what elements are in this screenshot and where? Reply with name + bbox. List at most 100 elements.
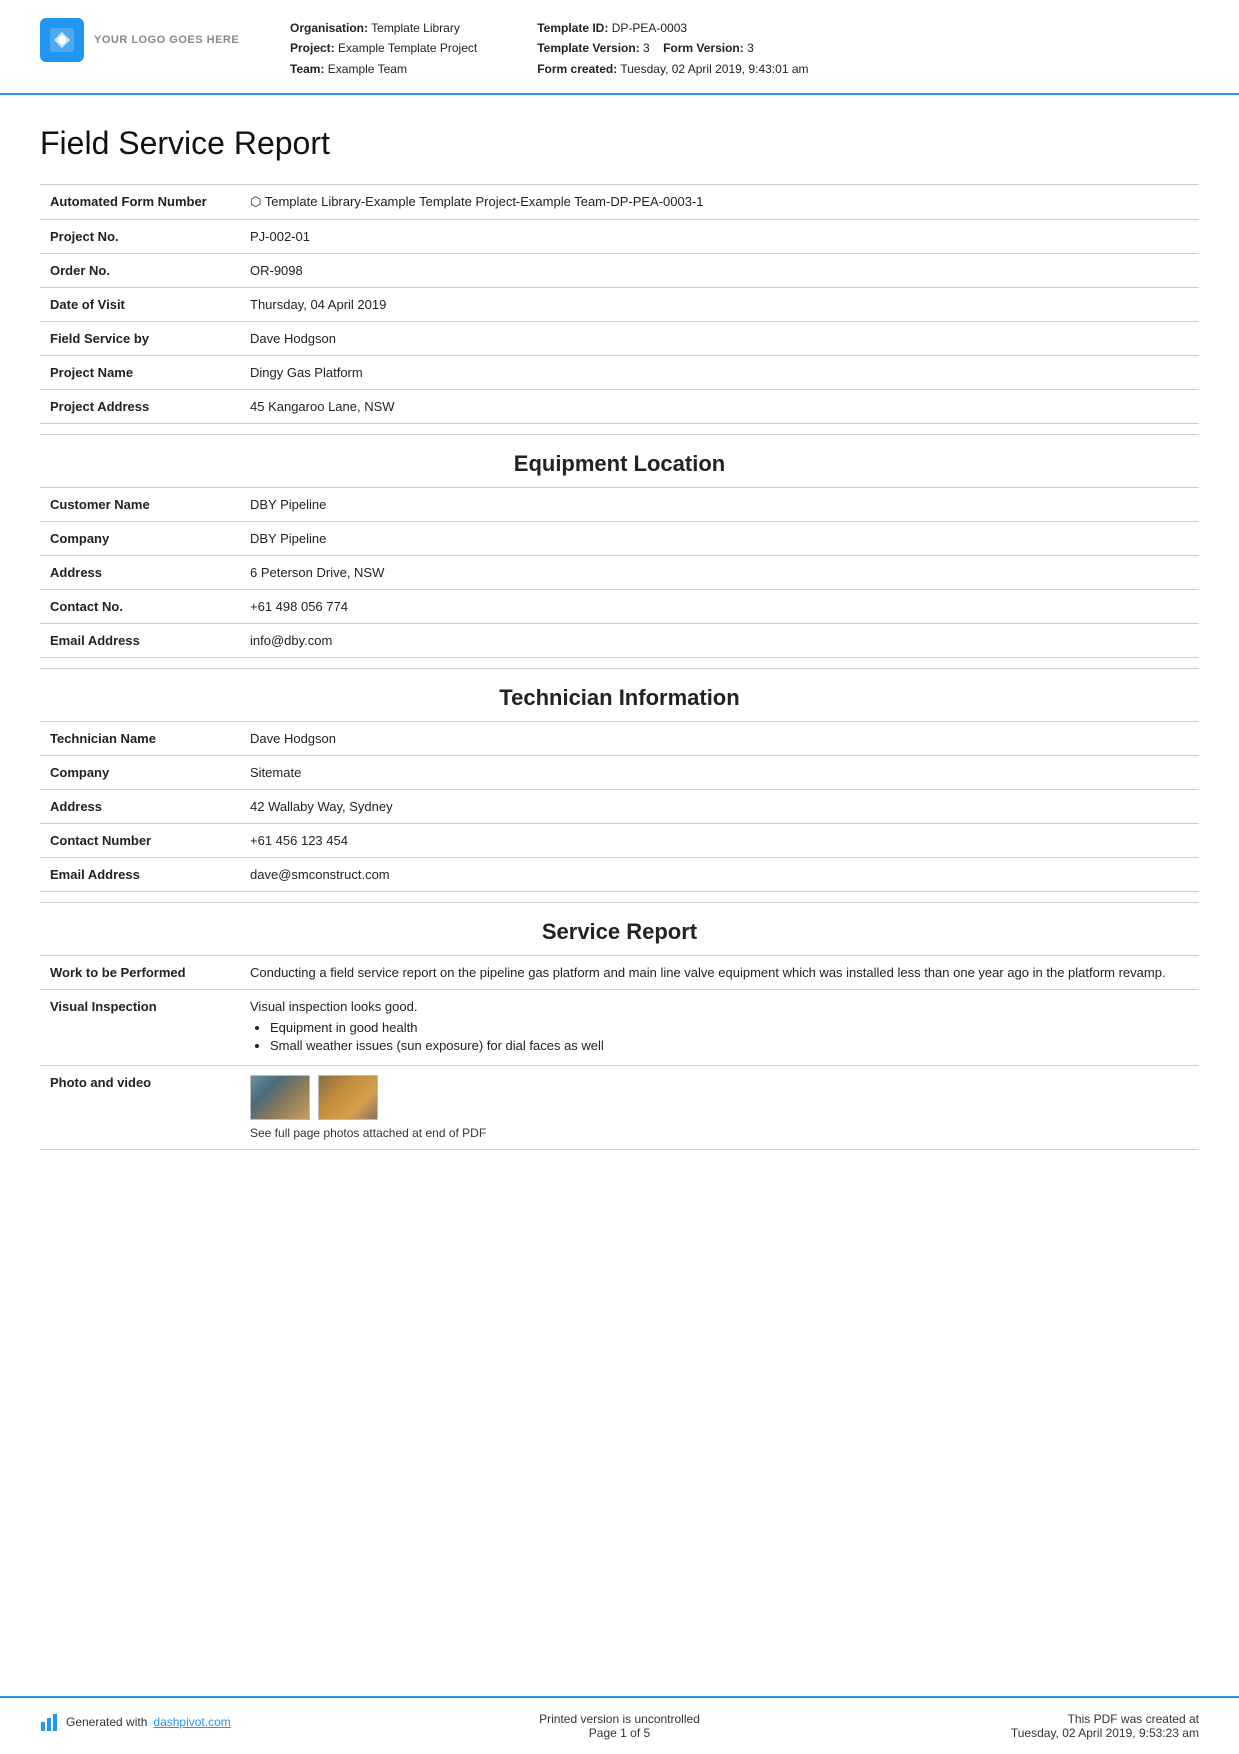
equipment-location-table: Customer Name DBY Pipeline Company DBY P… (40, 487, 1199, 658)
template-id-value: DP-PEA-0003 (612, 21, 687, 35)
work-to-be-performed-value: Conducting a field service report on the… (240, 956, 1199, 990)
company-label: Company (40, 522, 240, 556)
basic-info-table: Automated Form Number ⬡ Template Library… (40, 184, 1199, 424)
pdf-created-label: This PDF was created at (813, 1712, 1199, 1726)
tech-address-value: 42 Wallaby Way, Sydney (240, 790, 1199, 824)
logo-text: YOUR LOGO GOES HERE (94, 34, 239, 46)
table-row: Order No. OR-9098 (40, 254, 1199, 288)
project-label: Project: (290, 41, 335, 55)
tech-email-value: dave@smconstruct.com (240, 858, 1199, 892)
work-to-be-performed-label: Work to be Performed (40, 956, 240, 990)
field-service-by-value: Dave Hodgson (240, 322, 1199, 356)
photo-thumbnail-1 (250, 1075, 310, 1120)
page-footer: Generated with dashpivot.com Printed ver… (0, 1696, 1239, 1754)
template-version-label: Template Version: (537, 41, 639, 55)
header-meta: Organisation: Template Library Project: … (290, 18, 1199, 79)
company-value: DBY Pipeline (240, 522, 1199, 556)
table-row: Project No. PJ-002-01 (40, 220, 1199, 254)
technician-info-heading: Technician Information (40, 668, 1199, 721)
visual-inspection-list: Equipment in good health Small weather i… (270, 1020, 1189, 1053)
generated-with-text: Generated with (66, 1715, 147, 1729)
table-row: Automated Form Number ⬡ Template Library… (40, 185, 1199, 220)
dashpivot-icon (40, 1712, 60, 1732)
service-report-heading: Service Report (40, 902, 1199, 955)
photo-container (250, 1075, 1189, 1120)
page-info: Page 1 of 5 (426, 1726, 812, 1740)
customer-name-label: Customer Name (40, 488, 240, 522)
table-row: Address 6 Peterson Drive, NSW (40, 556, 1199, 590)
order-no-value: OR-9098 (240, 254, 1199, 288)
table-row: Project Address 45 Kangaroo Lane, NSW (40, 390, 1199, 424)
automated-form-number-value: ⬡ Template Library-Example Template Proj… (240, 185, 1199, 220)
form-version-label: Form Version: (663, 41, 744, 55)
tech-company-label: Company (40, 756, 240, 790)
list-item: Small weather issues (sun exposure) for … (270, 1038, 1189, 1053)
photo-caption: See full page photos attached at end of … (250, 1126, 1189, 1140)
email-address-value: info@dby.com (240, 624, 1199, 658)
template-id-label: Template ID: (537, 21, 608, 35)
field-service-by-label: Field Service by (40, 322, 240, 356)
table-row: Contact No. +61 498 056 774 (40, 590, 1199, 624)
footer-col-center: Printed version is uncontrolled Page 1 o… (426, 1712, 812, 1740)
table-row: Email Address info@dby.com (40, 624, 1199, 658)
table-row: Technician Name Dave Hodgson (40, 722, 1199, 756)
table-row: Field Service by Dave Hodgson (40, 322, 1199, 356)
main-content: Field Service Report Automated Form Numb… (0, 95, 1239, 1260)
table-row: Date of Visit Thursday, 04 April 2019 (40, 288, 1199, 322)
photo-thumbnail-2 (318, 1075, 378, 1120)
table-row: Address 42 Wallaby Way, Sydney (40, 790, 1199, 824)
project-address-label: Project Address (40, 390, 240, 424)
order-no-label: Order No. (40, 254, 240, 288)
photo-video-cell: See full page photos attached at end of … (240, 1066, 1199, 1150)
table-row: Company DBY Pipeline (40, 522, 1199, 556)
logo-icon (40, 18, 84, 62)
dashpivot-link[interactable]: dashpivot.com (153, 1715, 230, 1729)
table-row: Company Sitemate (40, 756, 1199, 790)
logo-area: YOUR LOGO GOES HERE (40, 18, 250, 62)
contact-number-value: +61 456 123 454 (240, 824, 1199, 858)
table-row: Photo and video See full page photos att… (40, 1066, 1199, 1150)
project-name-label: Project Name (40, 356, 240, 390)
team-value: Example Team (328, 62, 407, 76)
header-col-right: Template ID: DP-PEA-0003 Template Versio… (537, 18, 808, 79)
header-col-left: Organisation: Template Library Project: … (290, 18, 477, 79)
table-row: Visual Inspection Visual inspection look… (40, 990, 1199, 1066)
footer-col-right: This PDF was created at Tuesday, 02 Apri… (813, 1712, 1199, 1740)
footer-col-left: Generated with dashpivot.com (40, 1712, 426, 1734)
visual-inspection-cell: Visual inspection looks good. Equipment … (240, 990, 1199, 1066)
form-version-value: 3 (747, 41, 754, 55)
project-address-value: 45 Kangaroo Lane, NSW (240, 390, 1199, 424)
template-version-value: 3 (643, 41, 650, 55)
service-report-table: Work to be Performed Conducting a field … (40, 955, 1199, 1150)
table-row: Project Name Dingy Gas Platform (40, 356, 1199, 390)
technician-name-value: Dave Hodgson (240, 722, 1199, 756)
org-label: Organisation: (290, 21, 368, 35)
footer-logo-row: Generated with dashpivot.com (40, 1712, 426, 1732)
automated-form-number-label: Automated Form Number (40, 185, 240, 220)
visual-inspection-label: Visual Inspection (40, 990, 240, 1066)
table-row: Work to be Performed Conducting a field … (40, 956, 1199, 990)
tech-email-label: Email Address (40, 858, 240, 892)
org-value: Template Library (371, 21, 460, 35)
customer-name-value: DBY Pipeline (240, 488, 1199, 522)
page-header: YOUR LOGO GOES HERE Organisation: Templa… (0, 0, 1239, 95)
table-row: Email Address dave@smconstruct.com (40, 858, 1199, 892)
contact-no-value: +61 498 056 774 (240, 590, 1199, 624)
project-value: Example Template Project (338, 41, 477, 55)
date-of-visit-label: Date of Visit (40, 288, 240, 322)
technician-info-table: Technician Name Dave Hodgson Company Sit… (40, 721, 1199, 892)
printed-version-text: Printed version is uncontrolled (426, 1712, 812, 1726)
pdf-created-value: Tuesday, 02 April 2019, 9:53:23 am (813, 1726, 1199, 1740)
list-item: Equipment in good health (270, 1020, 1189, 1035)
visual-inspection-text: Visual inspection looks good. (250, 999, 417, 1014)
email-address-label: Email Address (40, 624, 240, 658)
page-title: Field Service Report (40, 125, 1199, 162)
project-name-value: Dingy Gas Platform (240, 356, 1199, 390)
date-of-visit-value: Thursday, 04 April 2019 (240, 288, 1199, 322)
contact-no-label: Contact No. (40, 590, 240, 624)
contact-number-label: Contact Number (40, 824, 240, 858)
form-created-label: Form created: (537, 62, 617, 76)
form-created-value: Tuesday, 02 April 2019, 9:43:01 am (620, 62, 808, 76)
table-row: Customer Name DBY Pipeline (40, 488, 1199, 522)
photo-video-label: Photo and video (40, 1066, 240, 1150)
